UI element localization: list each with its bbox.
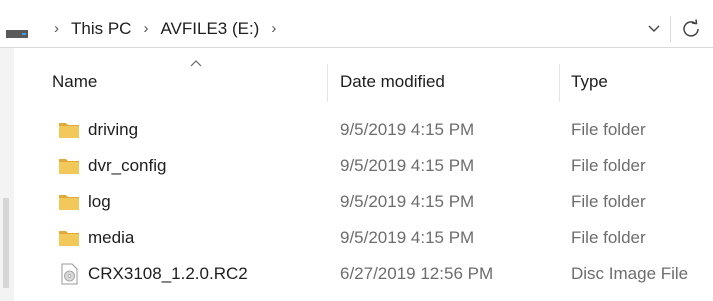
column-divider[interactable] — [327, 64, 328, 102]
file-name: dvr_config — [88, 156, 167, 175]
file-date: 9/5/2019 4:15 PM — [340, 192, 475, 211]
file-name: log — [88, 192, 111, 211]
file-type: File folder — [571, 120, 646, 139]
breadcrumb-separator[interactable]: › — [265, 20, 282, 37]
file-row[interactable]: driving 9/5/2019 4:15 PM File folder — [14, 112, 713, 148]
scrollbar-thumb[interactable] — [3, 198, 9, 288]
folder-icon — [59, 159, 79, 174]
breadcrumb-this-pc[interactable]: This PC — [65, 19, 137, 39]
folder-icon — [59, 195, 79, 210]
file-row[interactable]: CRX3108_1.2.0.RC2 6/27/2019 12:56 PM Dis… — [14, 256, 713, 292]
column-divider[interactable] — [559, 64, 560, 102]
file-row[interactable]: media 9/5/2019 4:15 PM File folder — [14, 220, 713, 256]
file-type: File folder — [571, 156, 646, 175]
breadcrumb-separator[interactable]: › — [48, 20, 65, 37]
disc-image-icon — [61, 263, 78, 285]
file-type: File folder — [571, 228, 646, 247]
file-type: Disc Image File — [571, 264, 689, 283]
navigation-pane-edge — [0, 48, 14, 301]
address-divider — [670, 16, 671, 42]
file-date: 6/27/2019 12:56 PM — [340, 264, 494, 283]
breadcrumb-avfile3[interactable]: AVFILE3 (E:) — [154, 19, 265, 39]
file-date: 9/5/2019 4:15 PM — [340, 120, 475, 139]
folder-icon — [59, 123, 79, 138]
sort-ascending-icon — [190, 60, 202, 67]
file-date: 9/5/2019 4:15 PM — [340, 228, 475, 247]
column-headers: Name Date modified Type — [14, 60, 713, 104]
file-type: File folder — [571, 192, 646, 211]
breadcrumb: › This PC › AVFILE3 (E:) › — [48, 10, 282, 47]
refresh-icon[interactable] — [680, 18, 702, 40]
column-header-type[interactable]: Type — [571, 60, 608, 104]
file-name: media — [88, 228, 135, 247]
file-name: driving — [88, 120, 139, 139]
breadcrumb-separator[interactable]: › — [137, 20, 154, 37]
drive-icon — [6, 30, 28, 38]
file-name: CRX3108_1.2.0.RC2 — [88, 264, 248, 283]
chevron-down-icon[interactable] — [645, 19, 663, 37]
file-row[interactable]: dvr_config 9/5/2019 4:15 PM File folder — [14, 148, 713, 184]
column-header-name[interactable]: Name — [52, 60, 97, 104]
file-list: driving 9/5/2019 4:15 PM File folder dvr… — [14, 112, 713, 292]
folder-icon — [59, 231, 79, 246]
file-date: 9/5/2019 4:15 PM — [340, 156, 475, 175]
address-bar[interactable]: › This PC › AVFILE3 (E:) › — [0, 10, 713, 48]
file-row[interactable]: log 9/5/2019 4:15 PM File folder — [14, 184, 713, 220]
column-header-date-modified[interactable]: Date modified — [340, 60, 445, 104]
